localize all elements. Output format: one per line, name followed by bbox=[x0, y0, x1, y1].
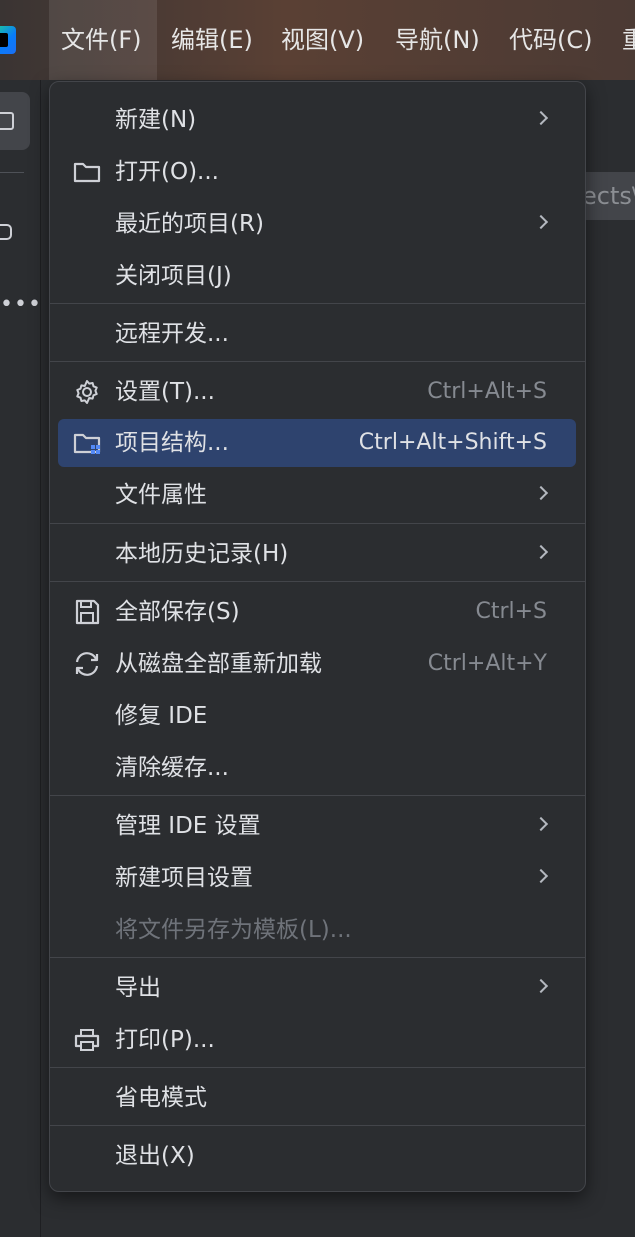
menu-separator bbox=[50, 1067, 585, 1068]
menu-item-local-history[interactable]: 本地历史记录(H) bbox=[58, 530, 576, 578]
menu-navigate[interactable]: 导航(N) bbox=[395, 0, 480, 80]
menu-item-manage-ide-settings[interactable]: 管理 IDE 设置 bbox=[58, 802, 576, 850]
chevron-right-icon bbox=[533, 868, 549, 884]
menu-separator bbox=[50, 303, 585, 304]
menu-item-new-project-setup[interactable]: 新建项目设置 bbox=[58, 854, 576, 902]
menu-item-label: 将文件另存为模板(L)... bbox=[115, 917, 352, 943]
gear-icon bbox=[72, 378, 102, 406]
menu-item-settings[interactable]: 设置(T)... Ctrl+Alt+S bbox=[58, 368, 576, 416]
menu-item-label: 关闭项目(J) bbox=[115, 263, 232, 289]
menu-item-label: 最近的项目(R) bbox=[115, 211, 264, 237]
menu-separator bbox=[50, 957, 585, 958]
menu-view[interactable]: 视图(V) bbox=[281, 0, 364, 80]
menu-item-new[interactable]: 新建(N) bbox=[58, 96, 576, 144]
menu-item-recent-projects[interactable]: 最近的项目(R) bbox=[58, 200, 576, 248]
menu-item-open[interactable]: 打开(O)... bbox=[58, 148, 576, 196]
menu-code[interactable]: 代码(C) bbox=[509, 0, 592, 80]
menu-separator bbox=[50, 361, 585, 362]
menu-item-shortcut: Ctrl+Alt+Shift+S bbox=[358, 430, 547, 455]
menu-item-label: 新建项目设置 bbox=[115, 865, 253, 891]
menu-item-label: 打印(P)... bbox=[115, 1027, 215, 1053]
menu-item-label: 打开(O)... bbox=[115, 159, 219, 185]
menu-item-label: 设置(T)... bbox=[115, 379, 215, 405]
menu-item-print[interactable]: 打印(P)... bbox=[58, 1016, 576, 1064]
menu-separator bbox=[50, 523, 585, 524]
menu-item-label: 省电模式 bbox=[115, 1085, 207, 1111]
menu-item-label: 本地历史记录(H) bbox=[115, 541, 289, 567]
app-logo-icon[interactable] bbox=[0, 26, 16, 54]
menu-item-power-save-mode[interactable]: 省电模式 bbox=[58, 1074, 576, 1122]
menu-item-repair-ide[interactable]: 修复 IDE bbox=[58, 692, 576, 740]
menu-item-save-all[interactable]: 全部保存(S) Ctrl+S bbox=[58, 588, 576, 636]
chevron-right-icon bbox=[533, 816, 549, 832]
chevron-right-icon bbox=[533, 544, 549, 560]
menu-item-label: 远程开发... bbox=[115, 321, 229, 347]
menu-item-file-properties[interactable]: 文件属性 bbox=[58, 471, 576, 519]
menu-item-shortcut: Ctrl+S bbox=[475, 599, 547, 624]
file-dropdown-menu: 新建(N) 打开(O)... 最近的项目(R) 关闭项目(J) 远程开发... … bbox=[49, 81, 586, 1192]
menu-file[interactable]: 文件(F) bbox=[49, 0, 157, 80]
commit-tool-icon[interactable] bbox=[0, 224, 12, 240]
menu-item-label: 新建(N) bbox=[115, 107, 197, 133]
menu-item-label: 项目结构... bbox=[115, 430, 229, 456]
tool-strip-divider bbox=[0, 172, 24, 173]
menu-item-export[interactable]: 导出 bbox=[58, 964, 576, 1012]
menu-item-remote-development[interactable]: 远程开发... bbox=[58, 310, 576, 358]
menu-item-label: 清除缓存... bbox=[115, 755, 229, 781]
menu-item-shortcut: Ctrl+Alt+Y bbox=[427, 651, 547, 676]
menu-item-shortcut: Ctrl+Alt+S bbox=[427, 379, 547, 404]
chevron-right-icon bbox=[533, 110, 549, 126]
menu-item-label: 文件属性 bbox=[115, 482, 207, 508]
left-tool-strip bbox=[0, 80, 41, 1237]
title-bar: 文件(F) 编辑(E) 视图(V) 导航(N) 代码(C) 重 bbox=[0, 0, 635, 80]
menu-edit[interactable]: 编辑(E) bbox=[171, 0, 253, 80]
menu-item-save-as-template: 将文件另存为模板(L)... bbox=[58, 906, 576, 954]
menu-separator bbox=[50, 1125, 585, 1126]
background-path-text: ects\ bbox=[582, 182, 635, 210]
chevron-right-icon bbox=[533, 214, 549, 230]
more-tools-icon[interactable]: ••• bbox=[0, 292, 42, 317]
menu-item-label: 管理 IDE 设置 bbox=[115, 813, 261, 839]
folder-icon bbox=[72, 158, 102, 186]
save-icon bbox=[72, 598, 102, 626]
menu-item-label: 退出(X) bbox=[115, 1143, 195, 1169]
chevron-right-icon bbox=[533, 485, 549, 501]
menu-item-reload-from-disk[interactable]: 从磁盘全部重新加载 Ctrl+Alt+Y bbox=[58, 640, 576, 688]
menu-separator bbox=[50, 795, 585, 796]
menu-refactor[interactable]: 重 bbox=[622, 0, 635, 80]
menu-item-exit[interactable]: 退出(X) bbox=[58, 1132, 576, 1180]
chevron-right-icon bbox=[533, 978, 549, 994]
background-path-tab: ects\ bbox=[580, 172, 635, 220]
menu-item-project-structure[interactable]: 项目结构... Ctrl+Alt+Shift+S bbox=[58, 419, 576, 467]
menu-item-label: 全部保存(S) bbox=[115, 599, 240, 625]
reload-icon bbox=[72, 650, 102, 678]
project-structure-icon bbox=[72, 429, 102, 457]
menu-item-close-project[interactable]: 关闭项目(J) bbox=[58, 252, 576, 300]
menu-item-label: 从磁盘全部重新加载 bbox=[115, 651, 322, 677]
menu-separator bbox=[50, 581, 585, 582]
menu-item-label: 修复 IDE bbox=[115, 703, 208, 729]
project-tool-button[interactable] bbox=[0, 92, 30, 150]
menu-item-label: 导出 bbox=[115, 975, 161, 1001]
printer-icon bbox=[72, 1026, 102, 1054]
menu-item-invalidate-caches[interactable]: 清除缓存... bbox=[58, 744, 576, 792]
